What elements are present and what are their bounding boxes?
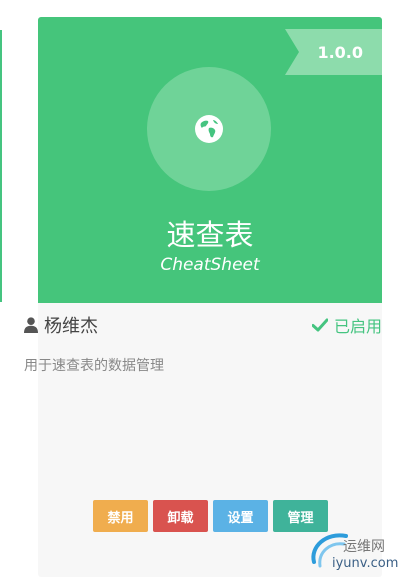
check-icon: [311, 318, 328, 332]
uninstall-button[interactable]: 卸载: [153, 500, 208, 532]
plugin-card-header: 1.0.0 速查表 CheatSheet: [38, 17, 382, 303]
plugin-card: 1.0.0 速查表 CheatSheet: [38, 17, 382, 577]
plugin-author: 杨维杰: [24, 312, 98, 338]
watermark-domain: iyunv.com: [332, 556, 399, 571]
version-label: 1.0.0: [317, 42, 363, 62]
user-icon: [24, 317, 38, 333]
settings-button[interactable]: 设置: [213, 500, 268, 532]
plugin-icon-circle: [147, 67, 271, 191]
version-ribbon: 1.0.0: [285, 29, 382, 75]
watermark-cn: 运维网: [343, 539, 385, 555]
globe-icon: [195, 115, 223, 143]
adjacent-card-edge: [0, 30, 2, 302]
plugin-title: 速查表: [166, 218, 254, 252]
author-name: 杨维杰: [44, 316, 98, 337]
plugin-description: 用于速查表的数据管理: [24, 358, 164, 374]
plugin-subtitle: CheatSheet: [160, 255, 260, 275]
disable-button[interactable]: 禁用: [93, 500, 148, 532]
status-label: 已启用: [333, 317, 382, 336]
plugin-status: 已启用: [311, 313, 382, 337]
